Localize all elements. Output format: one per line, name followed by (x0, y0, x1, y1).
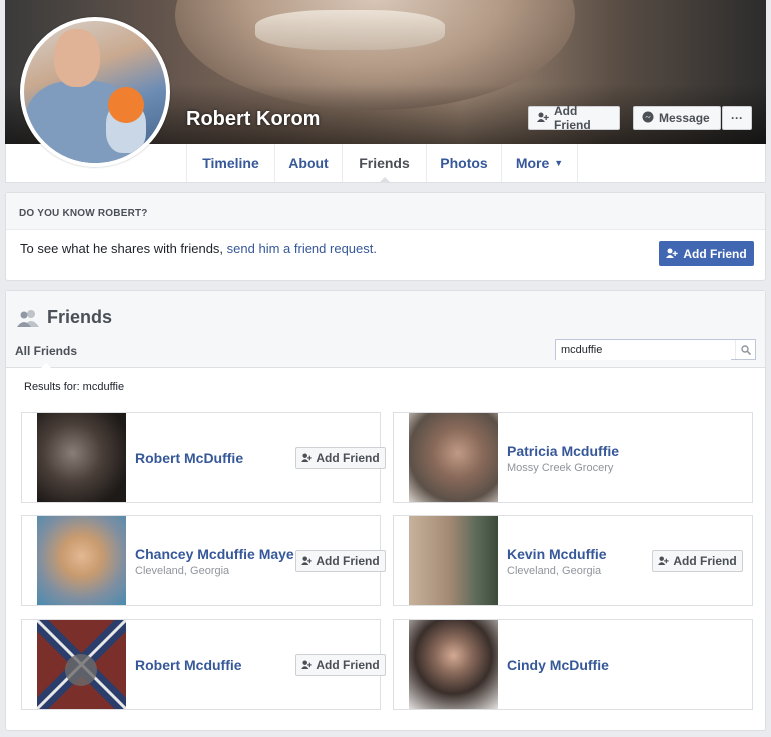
tab-friends[interactable]: Friends (343, 144, 427, 183)
cover-image-teeth (255, 10, 445, 50)
friend-card: Patricia Mcduffie Mossy Creek Grocery (393, 412, 753, 503)
friend-subtitle: Mossy Creek Grocery (507, 462, 614, 474)
tab-about[interactable]: About (275, 144, 343, 182)
profile-name[interactable]: Robert Korom (186, 108, 320, 131)
results-label: Results for: mcduffie (24, 381, 125, 393)
friend-name[interactable]: Chancey Mcduffie Maye (135, 546, 294, 562)
avatar-face (54, 29, 100, 87)
friend-add-button[interactable]: Add Friend (295, 447, 386, 469)
panel-add-friend-label: Add Friend (683, 246, 747, 261)
add-friend-icon (666, 247, 679, 261)
friend-name[interactable]: Robert McDuffie (135, 450, 243, 466)
friend-photo[interactable] (409, 516, 498, 605)
do-you-know-message: To see what he shares with friends, (20, 241, 227, 256)
friend-photo[interactable] (37, 413, 126, 502)
messenger-icon (642, 111, 654, 126)
friend-add-button[interactable]: Add Friend (652, 550, 743, 572)
do-you-know-heading: DO YOU KNOW ROBERT? (6, 193, 765, 230)
search-icon[interactable] (735, 340, 755, 359)
add-friend-label: Add Friend (554, 104, 591, 132)
send-friend-request-link[interactable]: send him a friend request. (227, 241, 377, 256)
message-label: Message (659, 111, 710, 125)
tab-timeline[interactable]: Timeline (187, 144, 275, 182)
friend-card: Robert McDuffie Add Friend (21, 412, 386, 503)
friend-name[interactable]: Cindy McDuffie (507, 657, 609, 673)
friend-add-label: Add Friend (673, 554, 737, 568)
avatar-blur-mark (108, 87, 144, 123)
add-friend-icon (301, 451, 312, 465)
friend-card: Kevin Mcduffie Cleveland, Georgia Add Fr… (393, 515, 753, 606)
profile-avatar[interactable] (20, 17, 170, 167)
friend-name[interactable]: Kevin Mcduffie (507, 546, 607, 562)
more-options-button[interactable]: ··· (722, 106, 752, 130)
tab-photos[interactable]: Photos (427, 144, 502, 182)
friend-subtitle: Cleveland, Georgia (135, 565, 230, 577)
friend-add-button[interactable]: Add Friend (295, 654, 386, 676)
add-friend-icon (301, 658, 312, 672)
friend-name[interactable]: Robert Mcduffie (135, 657, 242, 673)
friend-subtitle: Cleveland, Georgia (507, 565, 602, 577)
tab-more-label: More (515, 155, 550, 171)
do-you-know-text: To see what he shares with friends, send… (20, 241, 377, 256)
friends-search-input[interactable] (556, 340, 731, 360)
do-you-know-panel: DO YOU KNOW ROBERT? To see what he share… (5, 192, 766, 281)
add-friend-icon (658, 554, 669, 568)
more-dots-icon: ··· (731, 111, 743, 125)
friend-card: Chancey Mcduffie Maye Cleveland, Georgia… (21, 515, 386, 606)
caret-down-icon: ▼ (554, 158, 564, 168)
friend-add-label: Add Friend (316, 451, 380, 465)
friends-search[interactable] (555, 339, 756, 360)
add-friend-button[interactable]: Add Friend (528, 104, 620, 132)
flag-image (37, 620, 126, 709)
add-friend-icon (537, 111, 549, 125)
friend-card: Robert Mcduffie Add Friend (21, 619, 386, 710)
friend-photo[interactable] (37, 516, 126, 605)
message-button[interactable]: Message (633, 106, 721, 130)
friend-photo[interactable] (37, 620, 126, 709)
friends-icon (17, 309, 39, 332)
tab-all-friends[interactable]: All Friends (15, 344, 77, 369)
friends-header: Friends All Friends (6, 291, 765, 369)
friend-add-label: Add Friend (316, 554, 380, 568)
tab-more[interactable]: More ▼ (502, 144, 578, 182)
friends-panel: Friends All Friends Results for: mcduffi… (5, 290, 766, 731)
friend-photo[interactable] (409, 620, 498, 709)
friend-add-button[interactable]: Add Friend (295, 550, 386, 572)
friend-card: Cindy McDuffie (393, 619, 753, 710)
friend-add-label: Add Friend (316, 658, 380, 672)
friends-title: Friends (47, 307, 113, 327)
friend-photo[interactable] (409, 413, 498, 502)
profile-tabs: Timeline About Friends Photos More ▼ (186, 144, 578, 183)
friend-name[interactable]: Patricia Mcduffie (507, 443, 619, 459)
panel-add-friend-button[interactable]: Add Friend (659, 241, 754, 266)
add-friend-icon (301, 554, 312, 568)
